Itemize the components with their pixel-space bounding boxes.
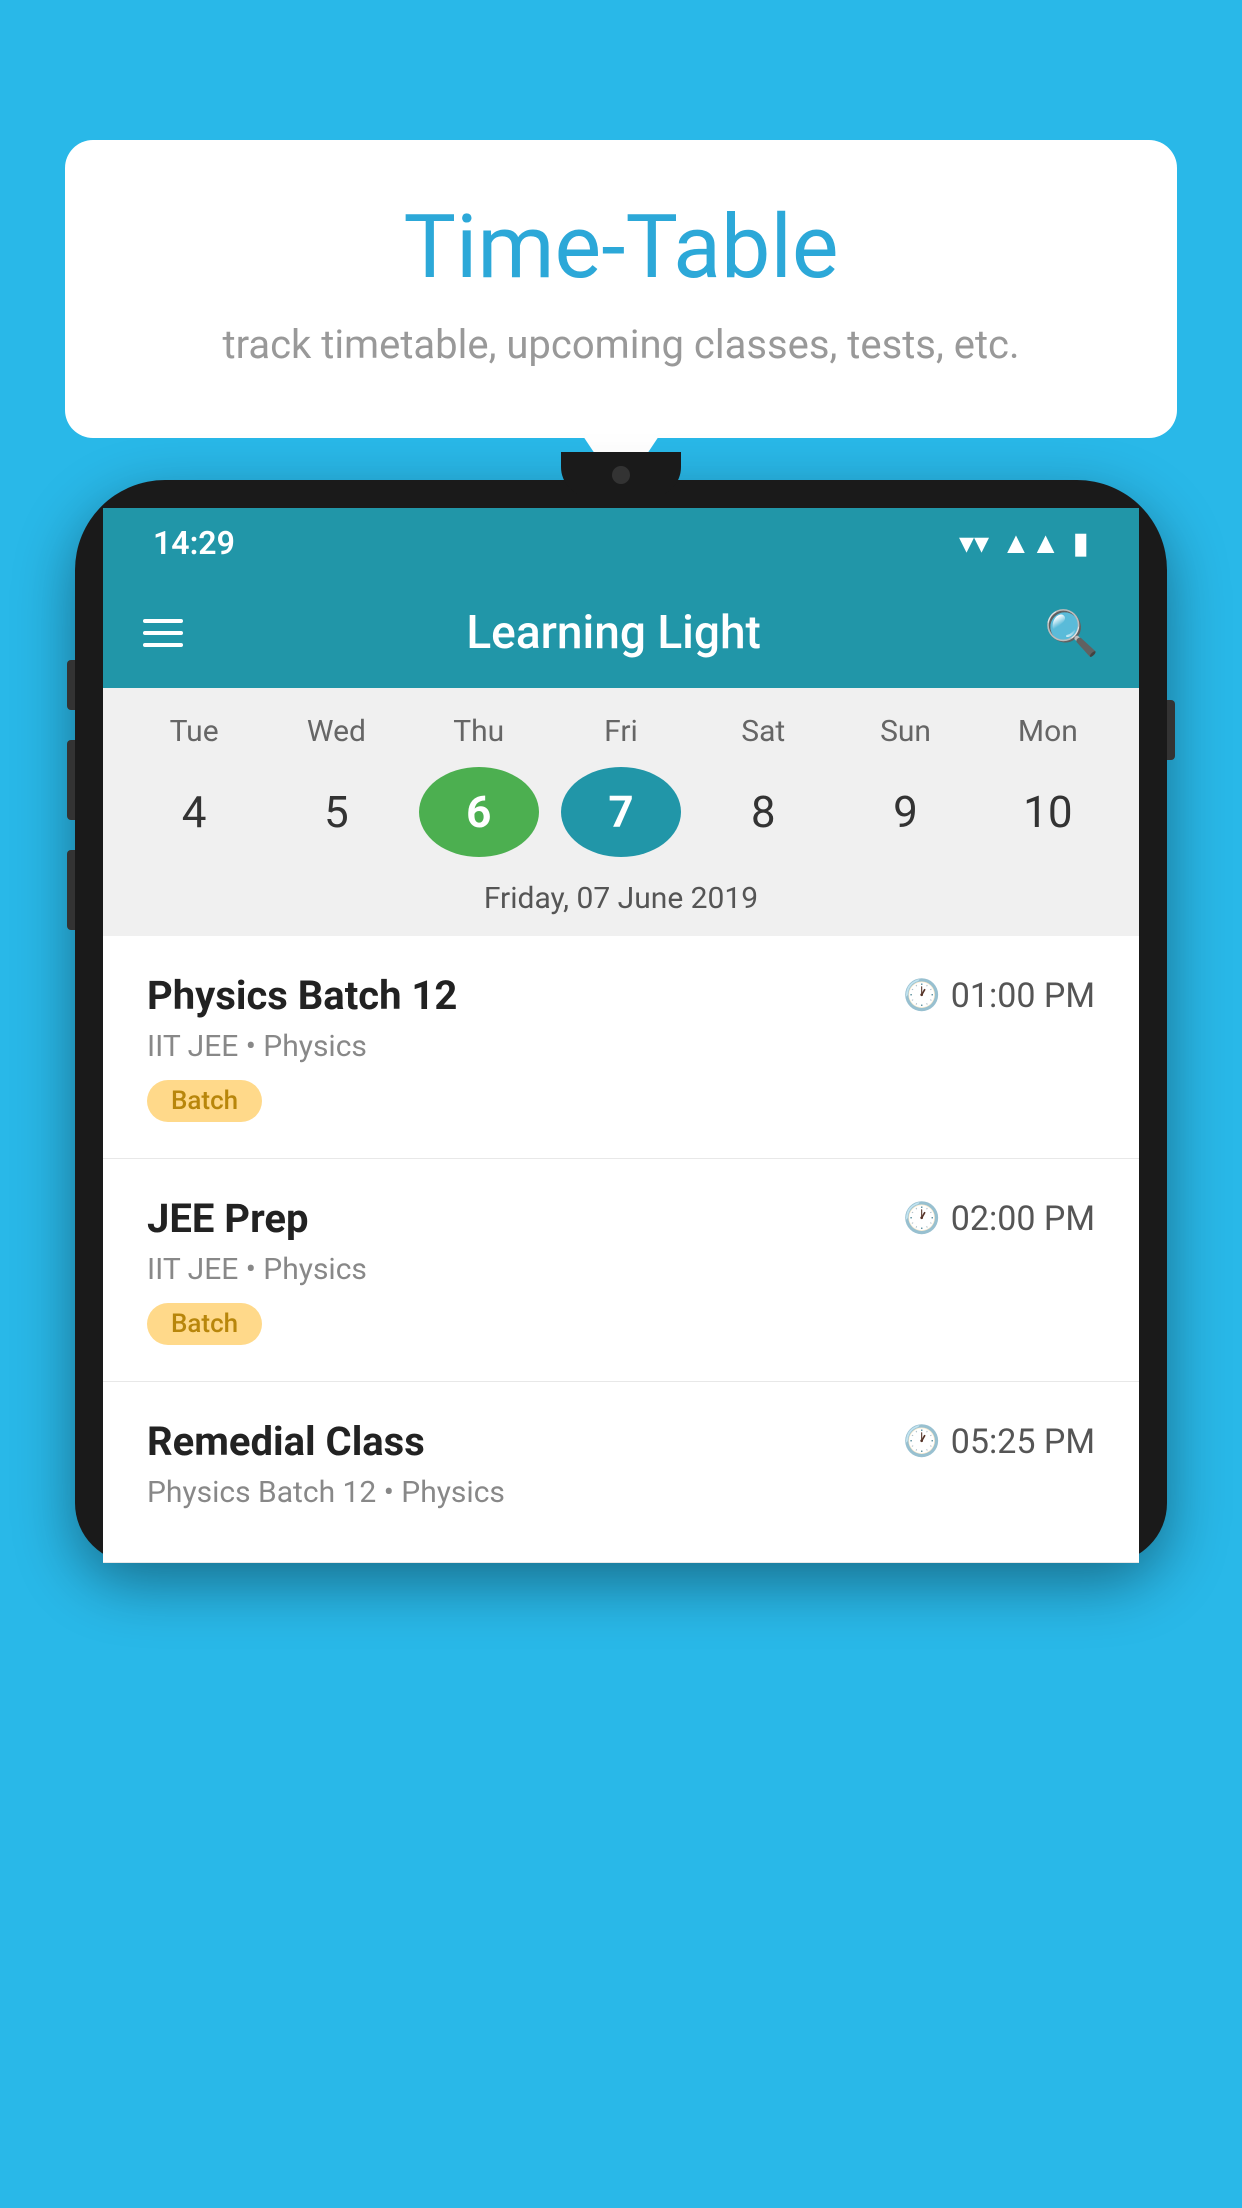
schedule-item-3-sub: Physics Batch 12 • Physics [147, 1475, 1095, 1510]
batch-badge-2: Batch [147, 1303, 262, 1345]
app-bar: Learning Light 🔍 [103, 578, 1139, 688]
side-button-left-3 [67, 850, 75, 930]
phone-mockup: 14:29 ▾▾ ▲▲ ▮ Learning Light 🔍 [75, 480, 1167, 2208]
calendar-day-4[interactable]: 4 [134, 767, 254, 857]
phone-frame: 14:29 ▾▾ ▲▲ ▮ Learning Light 🔍 [75, 480, 1167, 1563]
wifi-icon: ▾▾ [959, 526, 989, 561]
schedule-item-2[interactable]: JEE Prep 🕐 02:00 PM IIT JEE • Physics Ba… [103, 1159, 1139, 1382]
day-headers: Tue Wed Thu Fri Sat Sun Mon [103, 704, 1139, 759]
day-header-wed: Wed [276, 714, 396, 749]
day-header-tue: Tue [134, 714, 254, 749]
side-button-right [1167, 700, 1175, 760]
schedule-item-3-time-text: 05:25 PM [951, 1422, 1095, 1462]
clock-icon-1: 🕐 [903, 978, 940, 1013]
signal-icon: ▲▲ [1001, 526, 1060, 561]
calendar-day-9[interactable]: 9 [846, 767, 966, 857]
side-button-left-2 [67, 740, 75, 820]
batch-badge-1: Batch [147, 1080, 262, 1122]
clock-icon-2: 🕐 [903, 1201, 940, 1236]
schedule-item-1-sub: IIT JEE • Physics [147, 1029, 1095, 1064]
side-button-left-1 [67, 660, 75, 710]
calendar-day-10[interactable]: 10 [988, 767, 1108, 857]
calendar-day-8[interactable]: 8 [703, 767, 823, 857]
phone-screen: 14:29 ▾▾ ▲▲ ▮ Learning Light 🔍 [103, 508, 1139, 1563]
day-header-sun: Sun [846, 714, 966, 749]
day-header-mon: Mon [988, 714, 1108, 749]
schedule-item-3[interactable]: Remedial Class 🕐 05:25 PM Physics Batch … [103, 1382, 1139, 1563]
status-bar: 14:29 ▾▾ ▲▲ ▮ [103, 508, 1139, 578]
schedule-item-1-name: Physics Batch 12 [147, 972, 457, 1019]
calendar-day-7-selected[interactable]: 7 [561, 767, 681, 857]
selected-date-label: Friday, 07 June 2019 [103, 873, 1139, 936]
app-title: Learning Light [223, 606, 1004, 660]
schedule-item-3-time: 🕐 05:25 PM [903, 1422, 1095, 1462]
schedule-item-1-time: 🕐 01:00 PM [903, 976, 1095, 1016]
calendar-day-5[interactable]: 5 [276, 767, 396, 857]
schedule-item-2-time-text: 02:00 PM [951, 1199, 1095, 1239]
status-time: 14:29 [153, 524, 235, 562]
schedule-item-1-header: Physics Batch 12 🕐 01:00 PM [147, 972, 1095, 1019]
schedule-item-2-time: 🕐 02:00 PM [903, 1199, 1095, 1239]
calendar-day-6-today[interactable]: 6 [419, 767, 539, 857]
speech-bubble: Time-Table track timetable, upcoming cla… [65, 140, 1177, 438]
search-icon[interactable]: 🔍 [1044, 607, 1099, 659]
hamburger-menu-icon[interactable] [143, 619, 183, 647]
bubble-title: Time-Table [145, 200, 1097, 297]
schedule-item-2-name: JEE Prep [147, 1195, 308, 1242]
schedule-item-2-sub: IIT JEE • Physics [147, 1252, 1095, 1287]
schedule-item-1-time-text: 01:00 PM [951, 976, 1095, 1016]
schedule-item-2-header: JEE Prep 🕐 02:00 PM [147, 1195, 1095, 1242]
day-header-sat: Sat [703, 714, 823, 749]
calendar-strip: Tue Wed Thu Fri Sat Sun Mon 4 5 6 7 8 9 … [103, 688, 1139, 936]
battery-icon: ▮ [1072, 526, 1089, 561]
schedule-list: Physics Batch 12 🕐 01:00 PM IIT JEE • Ph… [103, 936, 1139, 1563]
schedule-item-3-header: Remedial Class 🕐 05:25 PM [147, 1418, 1095, 1465]
phone-notch [561, 452, 681, 497]
status-icons: ▾▾ ▲▲ ▮ [959, 526, 1089, 561]
day-header-fri: Fri [561, 714, 681, 749]
day-numbers: 4 5 6 7 8 9 10 [103, 759, 1139, 873]
speech-bubble-container: Time-Table track timetable, upcoming cla… [65, 140, 1177, 438]
schedule-item-1[interactable]: Physics Batch 12 🕐 01:00 PM IIT JEE • Ph… [103, 936, 1139, 1159]
bubble-subtitle: track timetable, upcoming classes, tests… [145, 321, 1097, 368]
schedule-item-3-name: Remedial Class [147, 1418, 425, 1465]
camera [612, 466, 630, 484]
clock-icon-3: 🕐 [903, 1424, 940, 1459]
day-header-thu: Thu [419, 714, 539, 749]
